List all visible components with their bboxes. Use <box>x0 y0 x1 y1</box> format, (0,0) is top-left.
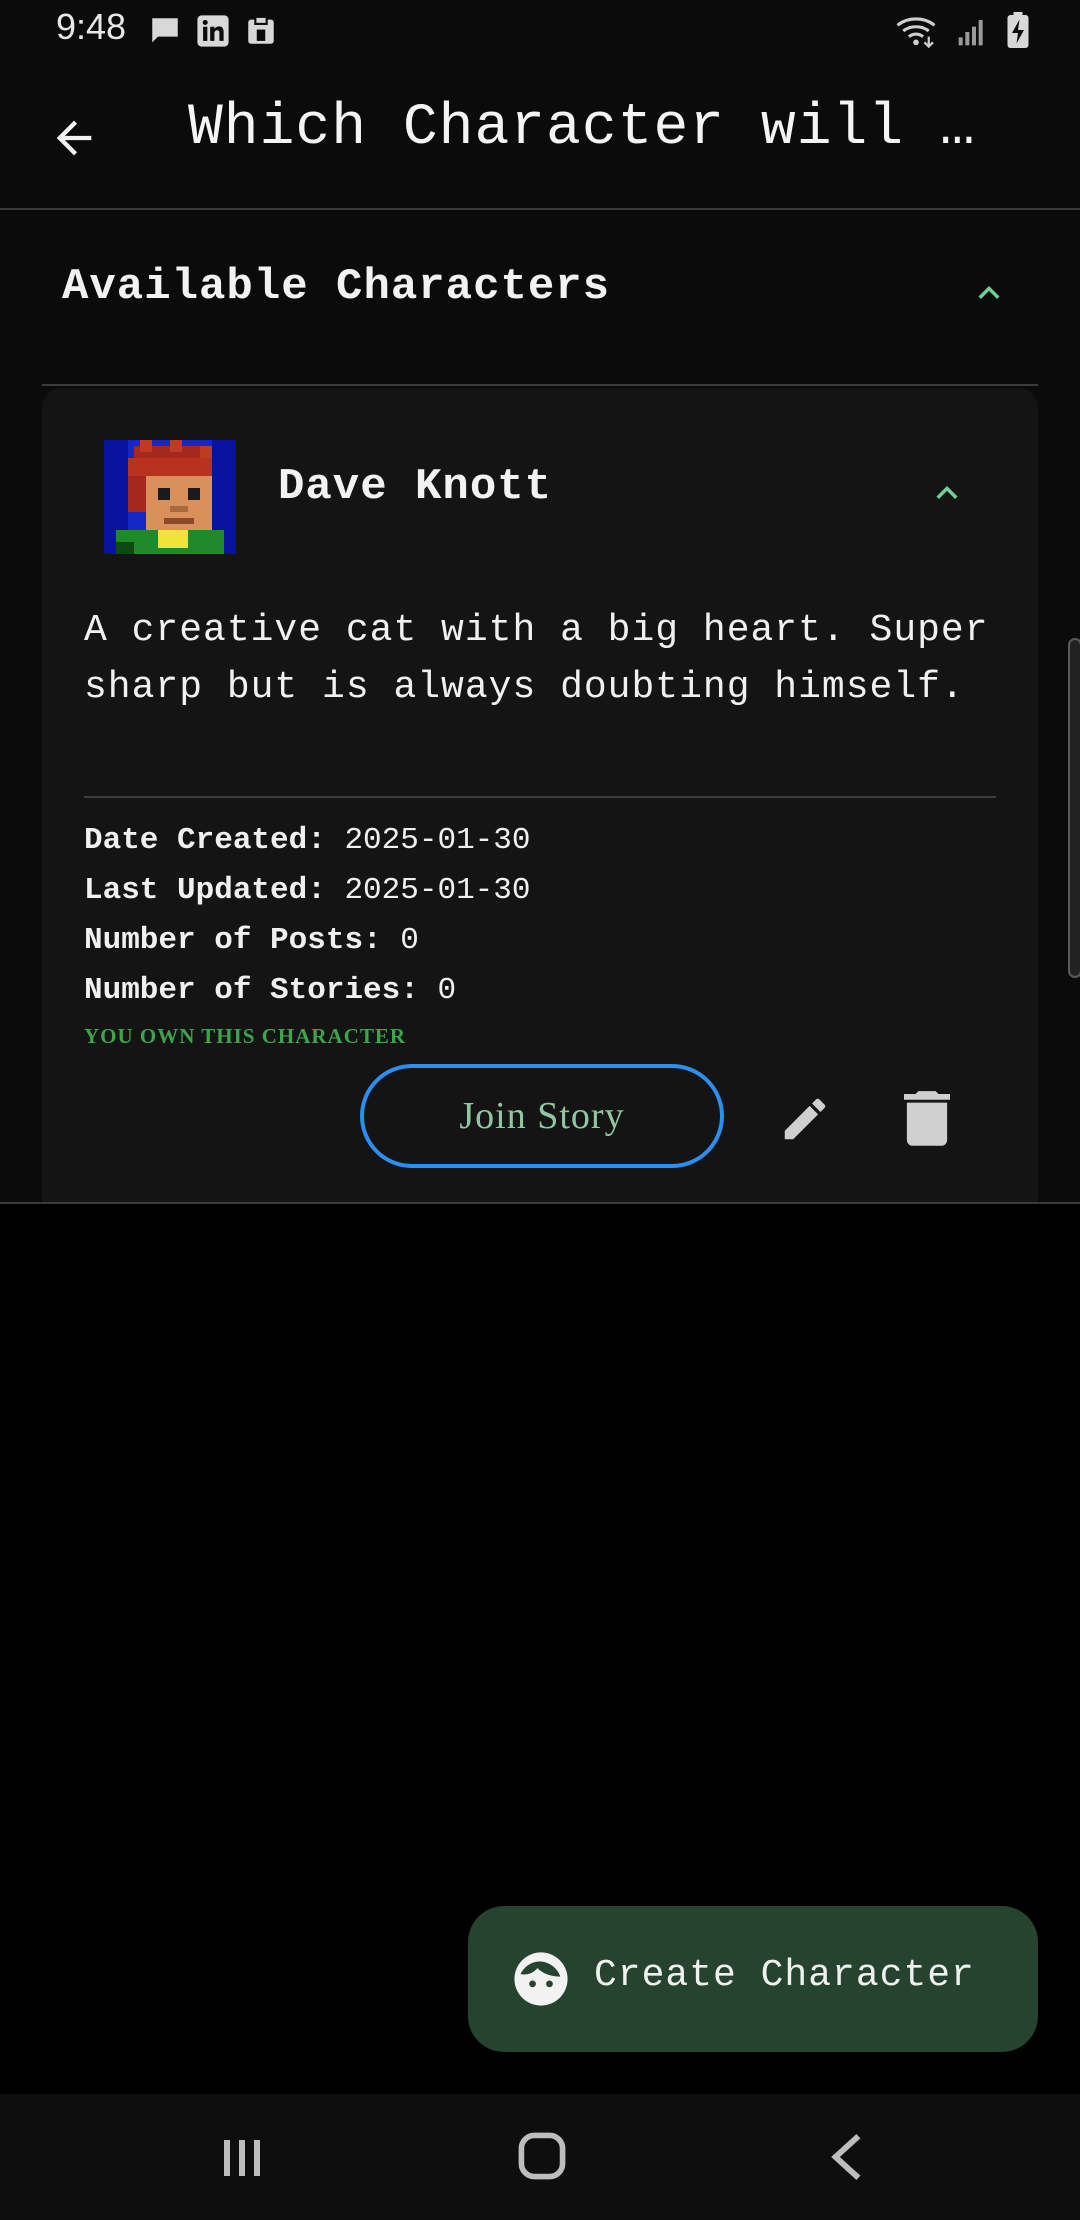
status-bar: 9:48 <box>0 0 1080 62</box>
home-icon[interactable] <box>516 2130 568 2182</box>
scrollbar[interactable] <box>1068 638 1080 978</box>
chevron-up-icon[interactable] <box>968 272 1010 314</box>
system-nav-bar <box>0 2094 1080 2220</box>
characters-panel: Available Characters Dave Knott A creati… <box>0 210 1080 1204</box>
delete-icon[interactable] <box>904 1088 950 1146</box>
face-icon <box>514 1952 568 2006</box>
system-icons <box>894 12 1030 48</box>
status-time: 9:48 <box>56 6 127 47</box>
app-bar: Which Character will … <box>0 62 1080 210</box>
stories-count-row: Number of Stories: 0 <box>84 973 457 1008</box>
clipboard-icon <box>248 15 274 44</box>
chat-icon <box>152 18 178 43</box>
join-story-button[interactable]: Join Story <box>360 1064 724 1168</box>
notification-icons <box>148 14 278 48</box>
date-created-row: Date Created: 2025-01-30 <box>84 823 531 858</box>
character-card: Dave Knott A creative cat with a big hea… <box>42 388 1038 1204</box>
divider <box>84 796 996 798</box>
character-avatar <box>104 440 236 554</box>
character-metadata: Date Created: 2025-01-30 Last Updated: 2… <box>84 816 530 1016</box>
ownership-badge: YOU OWN THIS CHARACTER <box>84 1024 407 1048</box>
character-description: A creative cat with a big heart. Super s… <box>84 609 989 709</box>
last-updated-row: Last Updated: 2025-01-30 <box>84 873 531 908</box>
linkedin-icon <box>197 15 229 47</box>
wifi-icon <box>896 17 936 48</box>
edit-icon[interactable] <box>778 1092 832 1146</box>
panel-border <box>0 1202 1080 1204</box>
fab-label: Create Character <box>594 1954 975 1997</box>
page-title: Which Character will … <box>188 96 976 161</box>
create-character-button[interactable]: Create Character <box>468 1906 1038 2052</box>
recents-icon[interactable] <box>218 2134 266 2182</box>
section-title: Available Characters <box>62 262 611 312</box>
available-characters-header[interactable]: Available Characters <box>42 210 1038 386</box>
posts-count-row: Number of Posts: 0 <box>84 923 419 958</box>
back-icon[interactable] <box>826 2132 870 2182</box>
chevron-up-icon[interactable] <box>926 472 968 514</box>
character-name: Dave Knott <box>278 462 553 512</box>
arrow-back-icon[interactable] <box>48 112 100 164</box>
battery-charging-icon <box>1007 12 1029 48</box>
signal-icon <box>958 20 983 46</box>
